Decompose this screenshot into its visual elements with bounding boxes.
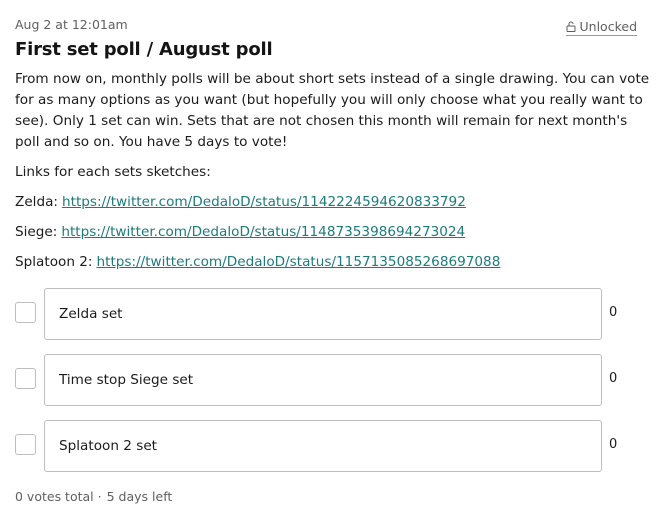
poll-footer: 0 votes total · 5 days left <box>15 489 172 504</box>
option-siege-set[interactable]: Time stop Siege set <box>44 354 602 406</box>
poll-options: Zelda set 0 Time stop Siege set 0 Splato… <box>15 288 655 486</box>
zelda-sketch-link[interactable]: https://twitter.com/DedaloD/status/11422… <box>62 194 466 210</box>
poll-option: Zelda set 0 <box>15 288 655 340</box>
link-row-splatoon: Splatoon 2: https://twitter.com/DedaloD/s… <box>15 252 655 273</box>
option-zelda-set[interactable]: Zelda set <box>44 288 602 340</box>
option-checkbox[interactable] <box>15 434 36 455</box>
link-label: Zelda: <box>15 194 58 210</box>
links-heading: Links for each sets sketches: <box>15 164 211 180</box>
lock-status[interactable]: Unlocked <box>565 19 637 36</box>
lock-status-label: Unlocked <box>579 19 637 34</box>
siege-sketch-link[interactable]: https://twitter.com/DedaloD/status/11487… <box>61 224 465 240</box>
option-vote-count: 0 <box>609 305 618 320</box>
time-left: 5 days left <box>106 489 173 504</box>
post-meta: Aug 2 at 12:01am Unlocked <box>15 0 652 38</box>
footer-separator: · <box>97 489 102 504</box>
link-label: Splatoon 2: <box>15 254 93 270</box>
option-checkbox[interactable] <box>15 368 36 389</box>
poll-option: Time stop Siege set 0 <box>15 354 655 406</box>
link-label: Siege: <box>15 224 58 240</box>
option-splatoon-set[interactable]: Splatoon 2 set <box>44 420 602 472</box>
unlocked-padlock-icon <box>566 21 577 32</box>
post-intro: From now on, monthly polls will be about… <box>15 71 650 150</box>
poll-post: Aug 2 at 12:01am Unlocked First set poll… <box>0 0 667 504</box>
option-vote-count: 0 <box>609 371 618 386</box>
post-title: First set poll / August poll <box>15 39 273 60</box>
option-vote-count: 0 <box>609 437 618 452</box>
post-body: From now on, monthly polls will be about… <box>15 69 655 273</box>
link-row-siege: Siege: https://twitter.com/DedaloD/status… <box>15 222 655 243</box>
post-date: Aug 2 at 12:01am <box>15 17 128 32</box>
option-label: Splatoon 2 set <box>59 438 158 454</box>
votes-total: 0 votes total <box>15 489 94 504</box>
link-row-zelda: Zelda: https://twitter.com/DedaloD/status… <box>15 192 655 213</box>
option-checkbox[interactable] <box>15 302 36 323</box>
splatoon-sketch-link[interactable]: https://twitter.com/DedaloD/status/11571… <box>97 254 501 270</box>
option-label: Zelda set <box>59 306 123 322</box>
poll-option: Splatoon 2 set 0 <box>15 420 655 472</box>
option-label: Time stop Siege set <box>59 372 194 388</box>
